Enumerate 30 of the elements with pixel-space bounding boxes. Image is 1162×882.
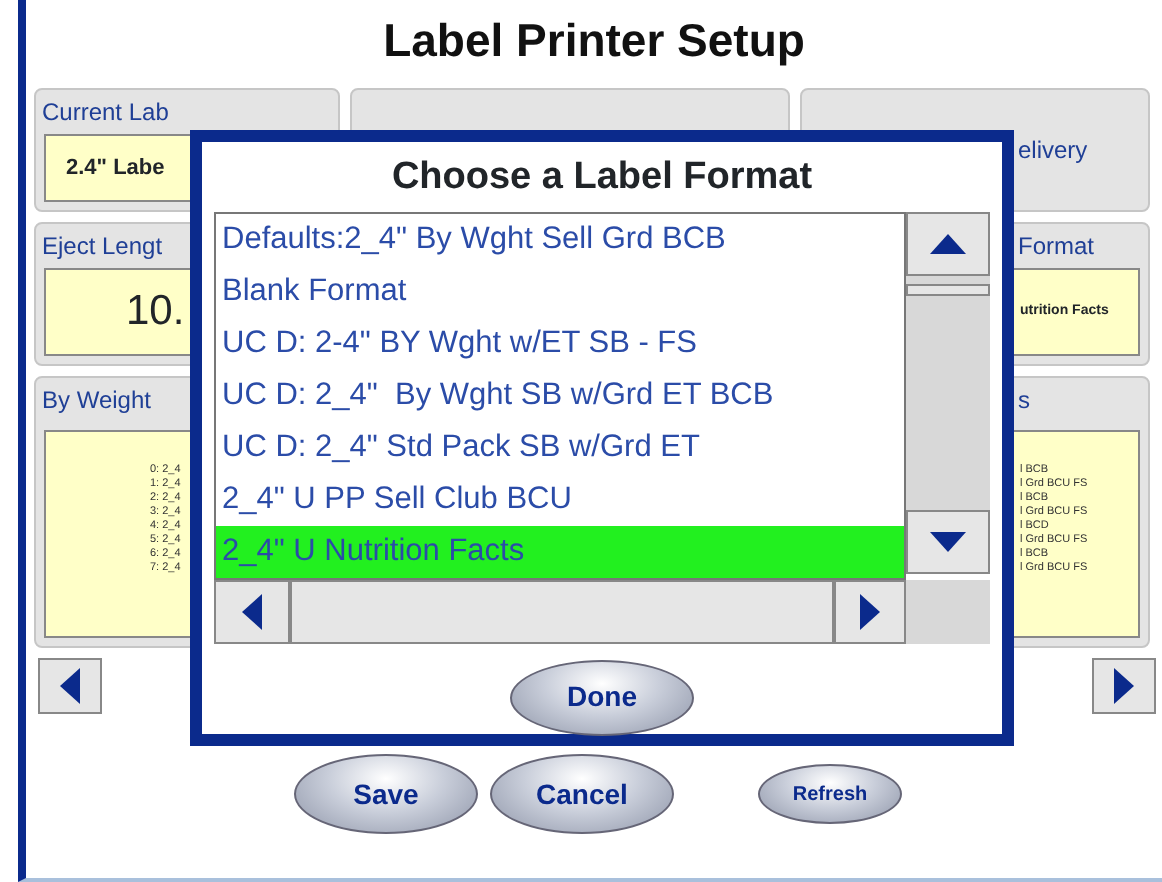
panel-label: elivery — [1016, 134, 1090, 168]
scroll-thumb[interactable] — [906, 283, 990, 295]
panel-label: Current Lab — [40, 96, 171, 130]
list-item[interactable]: UC D: 2_4" By Wght SB w/Grd ET BCB — [216, 369, 904, 421]
oval-button[interactable]: Save — [294, 754, 478, 834]
up-arrow-icon — [930, 233, 966, 253]
right-arrow-icon — [860, 593, 880, 629]
panel-label: By Weight — [40, 384, 153, 418]
left-arrow-icon — [60, 668, 80, 704]
panel-label: Eject Lengt — [40, 230, 165, 264]
list-item[interactable]: Defaults:2_4" By Wght Sell Grd BCB — [216, 213, 904, 265]
dialog-title: Choose a Label Format — [389, 154, 815, 202]
list-item[interactable]: UC D: 2_4" Std Pack SB w/Grd ET — [216, 421, 904, 473]
down-arrow-icon — [930, 531, 966, 551]
scroll-left-button[interactable] — [214, 579, 290, 643]
page-title: Label Printer Setup — [381, 12, 807, 70]
list-item[interactable]: 2_4" U PP Sell Club BCU — [216, 473, 904, 525]
done-button[interactable]: Done — [510, 659, 694, 735]
panel-label: Format — [1016, 230, 1097, 264]
scroll-up-button[interactable] — [906, 211, 990, 275]
scroll-right-button[interactable] — [1092, 658, 1156, 714]
left-arrow-icon — [242, 593, 262, 629]
panel-label: s — [1016, 384, 1032, 418]
scroll-down-button[interactable] — [906, 509, 990, 573]
oval-button[interactable]: Refresh — [758, 764, 902, 824]
scroll-right-button[interactable] — [834, 579, 906, 643]
list-item[interactable]: 2_4" U Nutrition Facts — [216, 525, 904, 577]
right-arrow-icon — [1114, 668, 1134, 704]
oval-button[interactable]: Cancel — [490, 754, 674, 834]
scroll-left-button[interactable] — [38, 658, 102, 714]
